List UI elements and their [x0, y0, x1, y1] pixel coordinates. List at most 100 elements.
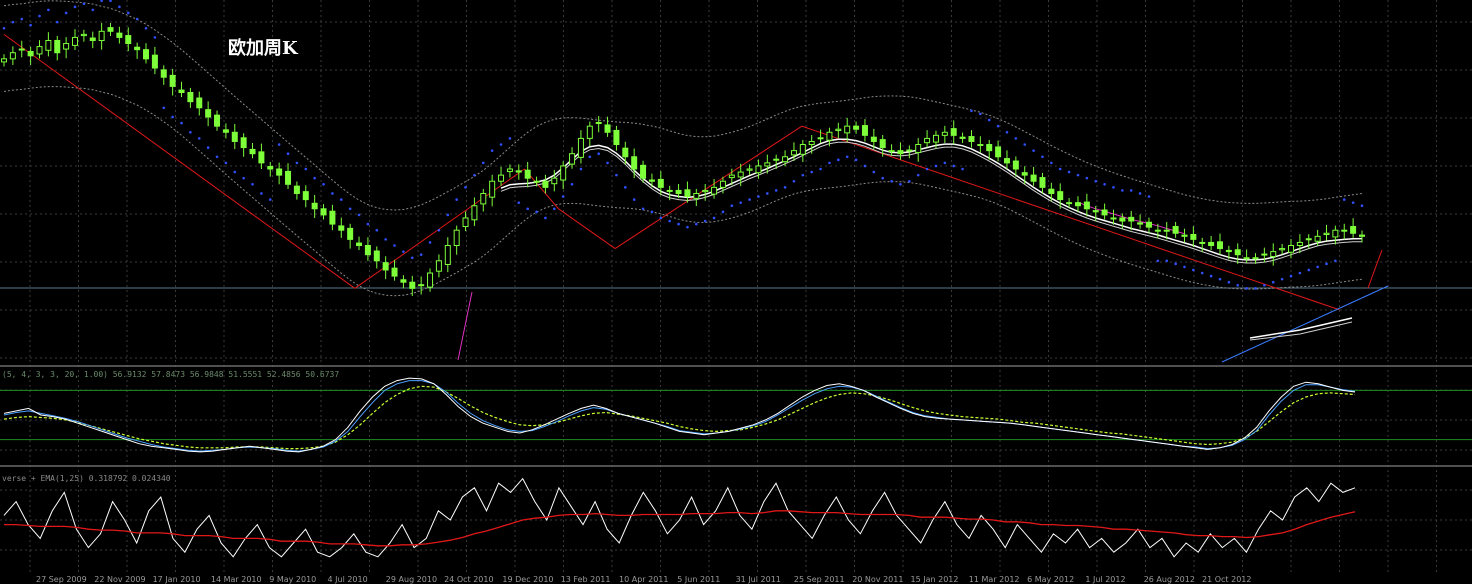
sar-dot — [1121, 189, 1124, 192]
sar-dot — [1032, 149, 1035, 152]
candle-body — [80, 33, 87, 37]
x-tick-label: 15 Jan 2012 — [911, 575, 959, 584]
sar-dot — [473, 173, 476, 177]
sar-dot — [1351, 201, 1355, 204]
sar-dot — [810, 170, 813, 174]
candle-body — [693, 192, 700, 199]
candle-body — [861, 125, 868, 136]
candle-body — [560, 165, 567, 181]
candle-body — [471, 205, 478, 221]
candle-body — [1225, 249, 1232, 253]
candle-body — [89, 37, 96, 41]
candle-body — [214, 114, 221, 127]
sar-dot — [233, 170, 237, 174]
sar-dot — [419, 253, 423, 256]
candle-body — [125, 35, 132, 45]
candle-body — [1296, 241, 1303, 247]
sar-dot — [11, 20, 15, 24]
candle-body — [45, 39, 52, 51]
sar-dot — [428, 241, 432, 244]
candle-body — [453, 229, 460, 246]
sar-dot — [1094, 179, 1098, 183]
candle-body — [27, 50, 34, 57]
x-tick-label: 1 Jul 2012 — [1085, 575, 1125, 584]
sar-dot — [144, 26, 148, 30]
candle-body — [586, 125, 593, 139]
candle-body — [941, 131, 948, 136]
sar-dot — [943, 161, 947, 165]
candle-body — [1083, 201, 1090, 210]
candle-body — [267, 166, 274, 170]
candle-body — [844, 125, 851, 134]
sar-dot — [1360, 204, 1364, 208]
x-tick-label: 31 Jul 2011 — [736, 575, 781, 584]
candle-body — [666, 189, 673, 192]
candle-body — [143, 49, 150, 60]
candle-body — [1, 58, 7, 63]
sar-dot — [561, 195, 565, 198]
candle-body — [1066, 202, 1073, 205]
candle-body — [1208, 241, 1215, 247]
lower-indicator-label: verse + EMA(1,25) 0.318792 0.024340 — [2, 474, 171, 483]
sar-dot — [686, 225, 689, 229]
candle-body — [1332, 229, 1339, 238]
sar-dot — [1103, 183, 1106, 186]
sar-dot — [1236, 283, 1240, 287]
sar-dot — [996, 124, 1000, 128]
sar-dot — [632, 198, 636, 201]
sar-dot — [748, 198, 751, 201]
candle-body — [1145, 221, 1152, 228]
x-tick-label: 20 Nov 2011 — [852, 575, 903, 584]
sar-dot — [304, 167, 308, 171]
x-tick-label: 10 Apr 2011 — [619, 575, 668, 584]
forex-chart[interactable]: 欧加周K (5, 4, 3, 3, 20, 1.00) 56.9132 57.8… — [0, 0, 1472, 584]
sar-dot — [570, 183, 574, 186]
candle-body — [782, 156, 789, 163]
candle-body — [54, 39, 61, 54]
sar-dot — [481, 161, 485, 165]
candle-body — [728, 174, 735, 179]
x-tick-label: 11 Mar 2012 — [969, 575, 1020, 584]
sar-dot — [712, 216, 716, 220]
sar-dot — [854, 158, 858, 162]
sar-dot — [82, 2, 86, 6]
candle-body — [347, 227, 354, 240]
sar-dot — [1023, 143, 1027, 146]
candle-body — [1154, 229, 1161, 232]
candle-body — [418, 284, 425, 287]
sar-dot — [970, 109, 973, 113]
sar-dot — [606, 161, 609, 165]
candle-body — [169, 74, 176, 87]
x-tick-label: 22 Nov 2009 — [94, 575, 145, 584]
sar-dot — [162, 106, 166, 110]
sar-dot — [544, 216, 547, 220]
sar-dot — [792, 179, 796, 183]
candle-body — [1359, 234, 1365, 237]
candle-body — [506, 168, 513, 172]
sar-dot — [659, 216, 663, 220]
sar-dot — [366, 222, 370, 226]
candle-body — [9, 52, 16, 60]
x-tick-label: 21 Oct 2012 — [1202, 575, 1251, 584]
candle-body — [1137, 222, 1144, 225]
candle-body — [196, 97, 203, 109]
candle-body — [498, 174, 505, 182]
candle-body — [817, 137, 824, 140]
sar-dot — [517, 201, 521, 204]
candle-body — [1003, 158, 1010, 164]
sar-dot — [553, 207, 556, 211]
candle-body — [737, 171, 744, 178]
sar-dot — [925, 167, 929, 171]
sar-dot — [73, 5, 77, 9]
candle-body — [1234, 249, 1241, 256]
sar-dot — [703, 219, 707, 223]
candle-body — [1181, 234, 1188, 237]
candle-body — [1350, 226, 1357, 234]
candle-body — [1012, 160, 1019, 170]
candle-body — [178, 89, 185, 94]
sar-dot — [135, 17, 139, 21]
sar-dot — [899, 183, 902, 186]
candle-body — [657, 178, 664, 188]
sar-dot — [295, 161, 299, 165]
sar-dot — [189, 130, 192, 134]
